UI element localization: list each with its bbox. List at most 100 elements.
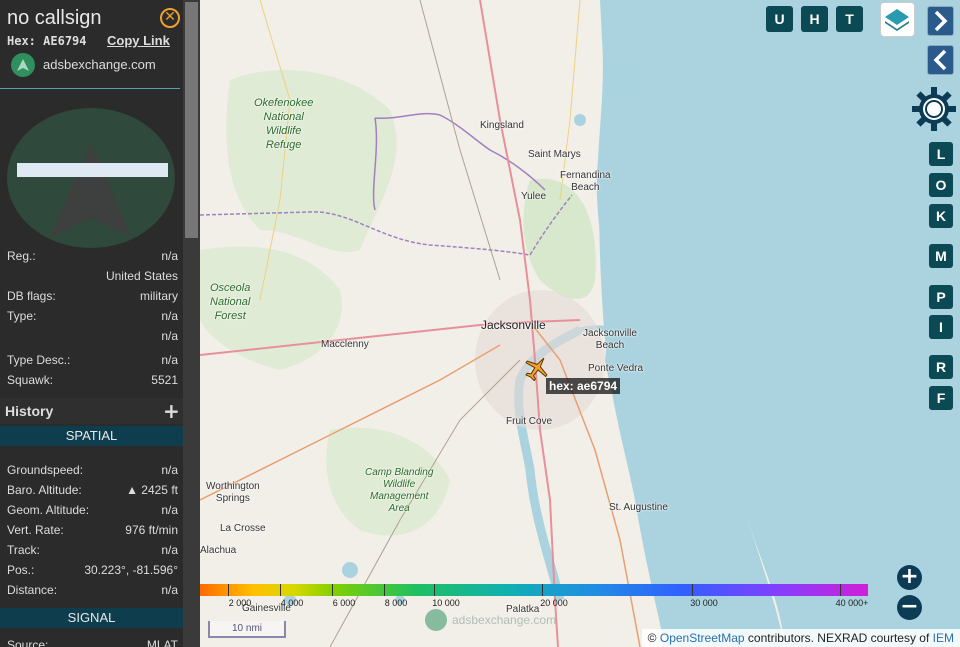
osceola-line2: National [210,296,251,308]
row-label: Track: [7,543,40,557]
expand-plus-icon[interactable]: + [163,399,180,423]
info-row: Vert. Rate: 976 ft/min [7,523,178,539]
camp-blanding-line2: Wildlife [383,479,416,490]
attribution-prefix: © [647,631,660,645]
zoom-in-button[interactable]: + [897,565,922,590]
row-label: Type: [7,309,37,323]
hex-value: AE6794 [43,34,87,48]
info-row: n/a [7,329,178,345]
info-row: Source: MLAT [7,638,178,647]
altitude-label: 6 000 [332,598,356,608]
chevron-left-icon[interactable] [927,45,954,75]
aircraft-photo [0,95,183,248]
altitude-legend: 2 000 4 000 6 000 8 000 10 000 20 000 30 000 40… [200,584,870,610]
place-osceola: Osceola National Forest [210,281,250,323]
m-button[interactable]: M [929,244,953,268]
info-row: Type: n/a [7,309,178,325]
spatial-section-header[interactable]: SPATIAL [0,426,183,446]
aircraft-info-sidebar: no callsign ✕ Hex: AE6794 Copy Link adsb… [0,0,200,647]
altitude-tick [384,584,385,596]
site-link[interactable]: adsbexchange.com [43,57,156,72]
place-st-augustine: St. Augustine [609,502,668,513]
altitude-tick [542,584,543,596]
place-alachua: Alachua [200,545,237,556]
altitude-tick [280,584,281,596]
history-title: History [5,403,54,419]
place-fernandina-line1: Fernandina [560,170,611,181]
altitude-tick [840,584,841,596]
row-value: United States [105,269,178,283]
l-button[interactable]: L [929,142,953,166]
okefenokee-line4: Refuge [265,139,302,151]
info-row: DB flags: military [7,289,178,305]
row-label: Baro. Altitude: [7,483,82,497]
altitude-tick [692,584,693,596]
scale-bar: 10 nmi [208,621,286,638]
i-button[interactable]: I [929,315,953,339]
map-view[interactable]: Kingsland Saint Marys Fernandina Beach Y… [200,0,960,647]
signal-section-header[interactable]: SIGNAL [0,608,183,628]
altitude-tick [332,584,333,596]
row-value: n/a [161,543,178,557]
place-fernandina: Fernandina Beach [560,170,611,194]
okefenokee-line2: National [263,111,304,123]
altitude-tick [228,584,229,596]
place-jax-beach-line1: Jacksonville [583,328,637,339]
gear-icon[interactable] [910,85,958,133]
hex-line: Hex: AE6794 [7,34,87,48]
altitude-label: 10 000 [432,598,460,608]
u-button[interactable]: U [766,6,793,32]
map-tiles[interactable] [200,0,960,647]
info-row: United States [7,269,178,285]
watermark-logo-icon [425,609,447,631]
iem-link[interactable]: IEM [933,631,954,645]
row-value: n/a [161,503,178,517]
watermark-text: adsbexchange.com [452,613,557,627]
f-button[interactable]: F [929,386,953,410]
sidebar-scrollbar[interactable] [183,0,200,647]
place-yulee: Yulee [521,191,547,202]
row-value: n/a [161,353,178,367]
history-header[interactable]: History + [0,398,183,424]
row-label: Geom. Altitude: [7,503,90,517]
zoom-out-button[interactable]: − [897,595,922,620]
row-label: Distance: [7,583,58,597]
row-label: Reg.: [7,249,36,263]
scrollbar-thumb[interactable] [185,2,198,238]
altitude-label: 8 000 [384,598,408,608]
altitude-tick [434,584,435,596]
osm-link[interactable]: OpenStreetMap [660,631,745,645]
layers-icon[interactable] [880,2,915,37]
place-worthington-line1: Worthington [206,481,260,492]
altitude-label: 30 000 [690,598,718,608]
altitude-label: 20 000 [540,598,568,608]
t-button[interactable]: T [836,6,863,32]
aircraft-label[interactable]: hex: ae6794 [546,378,621,394]
callsign-title: no callsign [7,7,102,29]
row-label: Vert. Rate: [7,523,64,537]
chevron-right-icon[interactable] [927,6,954,36]
row-value: 5521 [151,373,178,387]
place-macclenny: Macclenny [321,339,369,350]
adsb-logo-icon[interactable] [11,53,35,77]
row-label: Pos.: [7,563,35,577]
map-attribution: © OpenStreetMap contributors. NEXRAD cou… [641,629,960,647]
p-button[interactable]: P [929,285,953,309]
camp-blanding-line4: Area [388,503,410,514]
place-jax-beach: Jacksonville Beach [583,328,637,352]
osceola-line1: Osceola [210,282,251,294]
close-icon[interactable]: ✕ [160,8,180,28]
k-button[interactable]: K [929,204,953,228]
copy-link[interactable]: Copy Link [107,33,170,48]
place-fruit-cove: Fruit Cove [506,416,553,427]
place-kingsland: Kingsland [480,120,524,131]
place-la-crosse: La Crosse [220,523,266,534]
h-button[interactable]: H [801,6,828,32]
altitude-color-bar [200,584,868,596]
place-worthington-line2: Springs [215,493,250,504]
r-button[interactable]: R [929,355,953,379]
okefenokee-line1: Okefenokee [254,97,314,109]
divider [0,88,180,89]
row-label: Groundspeed: [7,463,84,477]
o-button[interactable]: O [929,173,953,197]
